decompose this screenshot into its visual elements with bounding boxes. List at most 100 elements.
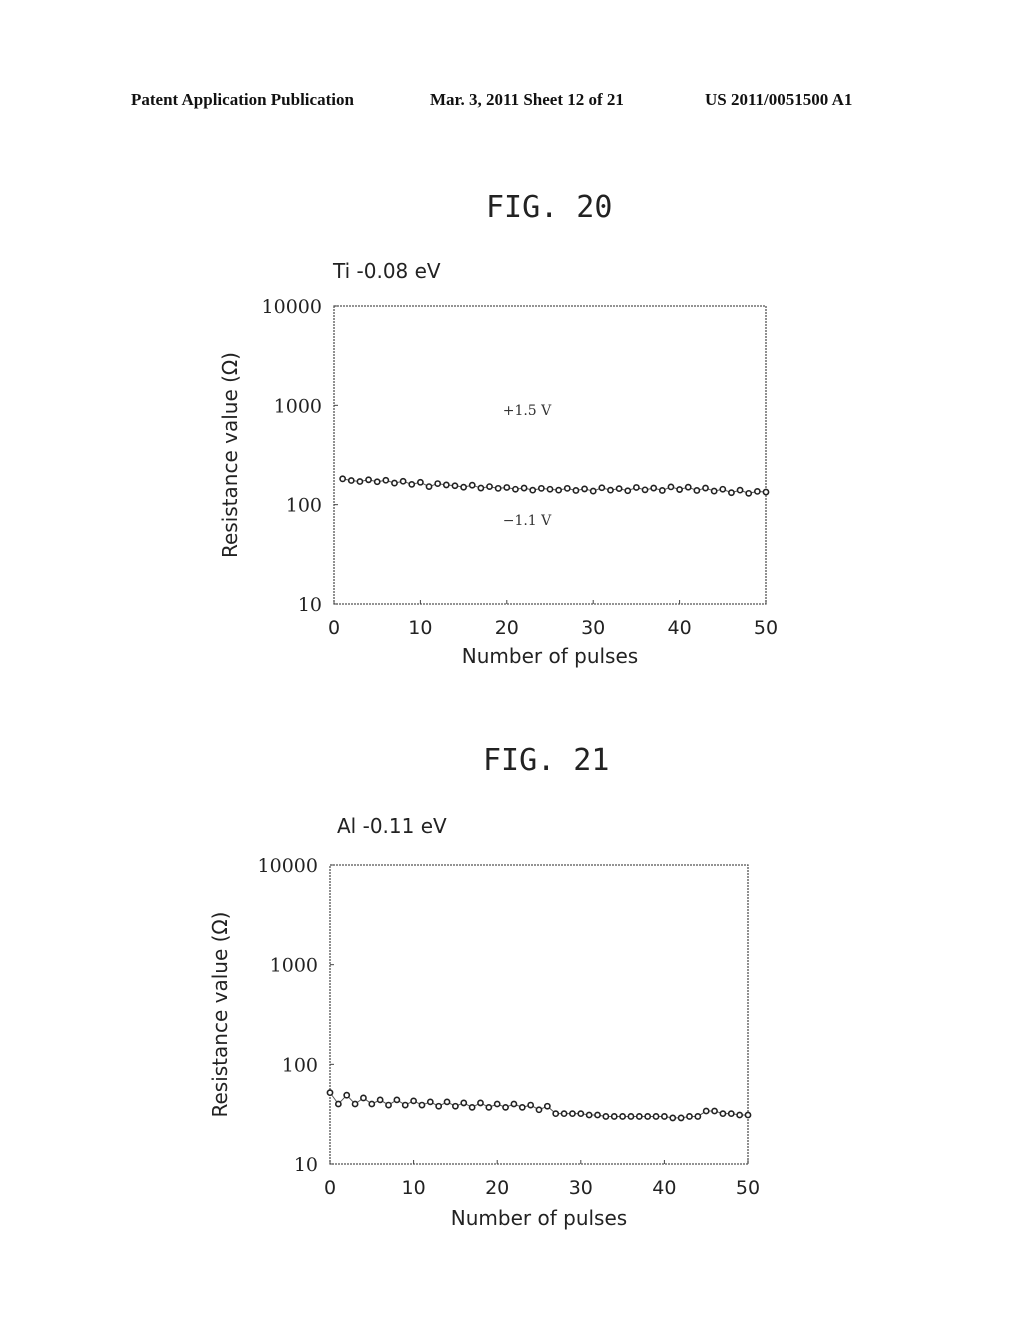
chart21-plot-frame bbox=[329, 864, 749, 1165]
chart21-data-point bbox=[744, 1111, 752, 1119]
chart21-data-point bbox=[401, 1101, 409, 1109]
chart21-data-point bbox=[577, 1110, 585, 1118]
chart20-data-point bbox=[684, 483, 692, 491]
chart20-data-point bbox=[563, 484, 571, 492]
chart21-y-tick-label: 10000 bbox=[258, 855, 318, 877]
chart20-x-tick-label: 10 bbox=[408, 617, 432, 639]
chart21-x-tick-label: 20 bbox=[485, 1177, 509, 1199]
chart20-data-point bbox=[753, 488, 761, 495]
chart20-data-point bbox=[373, 478, 381, 486]
chart21-data-point bbox=[661, 1113, 668, 1120]
chart21-data-point bbox=[711, 1107, 718, 1115]
chart20-data-point bbox=[589, 487, 597, 495]
chart20-data-point bbox=[762, 488, 770, 496]
chart20-x-tick-label: 50 bbox=[754, 617, 778, 639]
chart20-y-tick-label: 10000 bbox=[262, 296, 322, 318]
chart21-y-tick-label: 100 bbox=[282, 1054, 318, 1076]
chart21-data-point bbox=[426, 1098, 434, 1106]
chart21-data-point bbox=[669, 1114, 677, 1122]
chart21-data-point bbox=[619, 1113, 626, 1120]
chart20-data-point bbox=[460, 483, 467, 491]
chart20-data-point bbox=[520, 484, 528, 492]
chart21-data-point bbox=[326, 1089, 334, 1097]
chart20-data-point bbox=[650, 484, 658, 492]
chart20-data-point bbox=[607, 486, 614, 494]
chart21-x-tick-label: 50 bbox=[736, 1177, 760, 1199]
chart20-x-tick-label: 20 bbox=[495, 617, 519, 639]
chart21-data-point bbox=[435, 1102, 443, 1110]
chart20-data-point bbox=[624, 487, 632, 495]
chart21-data-point bbox=[485, 1103, 493, 1111]
chart20-data-point bbox=[486, 483, 493, 491]
chart20-data-point bbox=[598, 484, 606, 492]
chart21-data-point bbox=[493, 1100, 501, 1108]
chart21-subtitle: Al -0.11 eV bbox=[337, 814, 447, 838]
chart21-data-point bbox=[343, 1091, 351, 1099]
chart20-annotation: +1.5 V bbox=[503, 403, 552, 419]
chart20-data-point bbox=[658, 487, 666, 494]
chart20-data-point bbox=[676, 486, 683, 493]
chart20-data-point bbox=[339, 475, 347, 483]
chart20-data-point bbox=[391, 479, 398, 487]
chart20-data-point bbox=[555, 486, 563, 494]
chart20-data-point bbox=[736, 486, 744, 494]
chart20-plot-frame bbox=[333, 305, 767, 605]
chart21-data-point bbox=[610, 1113, 618, 1120]
chart21-data-point bbox=[569, 1110, 576, 1118]
chart21-data-point bbox=[451, 1102, 459, 1110]
chart20-data-point bbox=[399, 477, 407, 485]
chart21-data-point bbox=[443, 1098, 451, 1106]
chart21-data-point bbox=[510, 1100, 518, 1108]
chart21-data-point bbox=[694, 1113, 702, 1120]
chart20-y-tick-label: 100 bbox=[286, 495, 322, 517]
chart20-data-point bbox=[494, 484, 502, 492]
chart21-x-tick-label: 10 bbox=[402, 1177, 426, 1199]
charts-canvas: Ti -0.08 eV101001000100000 10 20 30 40 50Numb… bbox=[208, 259, 778, 1230]
chart21-data-point bbox=[518, 1103, 526, 1111]
chart20-x-tick-label: 0 bbox=[328, 617, 340, 639]
chart21-y-tick-label: 1000 bbox=[270, 955, 318, 977]
chart21-data-point bbox=[602, 1113, 610, 1120]
chart20-x-axis-label: Number of pulses bbox=[462, 644, 638, 668]
chart20-annotation: −1.1 V bbox=[503, 513, 552, 529]
chart21-data-point bbox=[585, 1111, 593, 1119]
chart20-data-point bbox=[745, 489, 753, 497]
chart21-data-point bbox=[543, 1102, 551, 1110]
chart21-data-point bbox=[686, 1113, 693, 1120]
chart20-data-point bbox=[693, 487, 701, 494]
chart20-data-point bbox=[633, 484, 640, 491]
chart21-data-point bbox=[502, 1103, 509, 1111]
chart21-data-point bbox=[360, 1094, 367, 1102]
chart20-data-point bbox=[382, 476, 390, 484]
chart21-data-point bbox=[477, 1099, 484, 1107]
chart20-data-point bbox=[728, 489, 735, 497]
chart21-x-tick-label: 30 bbox=[569, 1177, 593, 1199]
chart20-data-point bbox=[529, 486, 537, 494]
chart20-data-point bbox=[512, 485, 519, 493]
chart20-data-point bbox=[451, 482, 459, 490]
chart20-data-point bbox=[356, 478, 364, 485]
chart20-y-tick-label: 1000 bbox=[274, 395, 322, 417]
chart21-data-point bbox=[368, 1100, 376, 1108]
chart21-data-point bbox=[468, 1103, 476, 1111]
chart21-y-tick-label: 10 bbox=[294, 1154, 318, 1176]
chart20-data-point bbox=[581, 485, 588, 493]
chart21-data-point bbox=[727, 1110, 735, 1118]
chart21-data-point bbox=[527, 1101, 535, 1109]
chart21-x-tick-label: 0 bbox=[324, 1177, 336, 1199]
chart20-y-tick-label: 10 bbox=[298, 594, 322, 616]
chart20-subtitle: Ti -0.08 eV bbox=[332, 259, 441, 283]
chart20-data-point bbox=[416, 478, 424, 486]
chart20-data-point bbox=[546, 485, 554, 493]
chart20-data-point bbox=[641, 486, 649, 494]
chart20-data-point bbox=[365, 476, 372, 484]
chart21-data-point bbox=[418, 1101, 426, 1109]
chart20-data-point bbox=[442, 481, 450, 489]
chart21-data-point bbox=[635, 1113, 643, 1120]
chart21-y-axis-label: Resistance value (Ω) bbox=[208, 911, 232, 1117]
chart20-data-point bbox=[667, 483, 675, 491]
chart20-data-point bbox=[719, 485, 727, 493]
chart20-data-point bbox=[537, 484, 545, 492]
chart21-data-point bbox=[351, 1100, 359, 1108]
chart20-x-tick-label: 30 bbox=[581, 617, 605, 639]
